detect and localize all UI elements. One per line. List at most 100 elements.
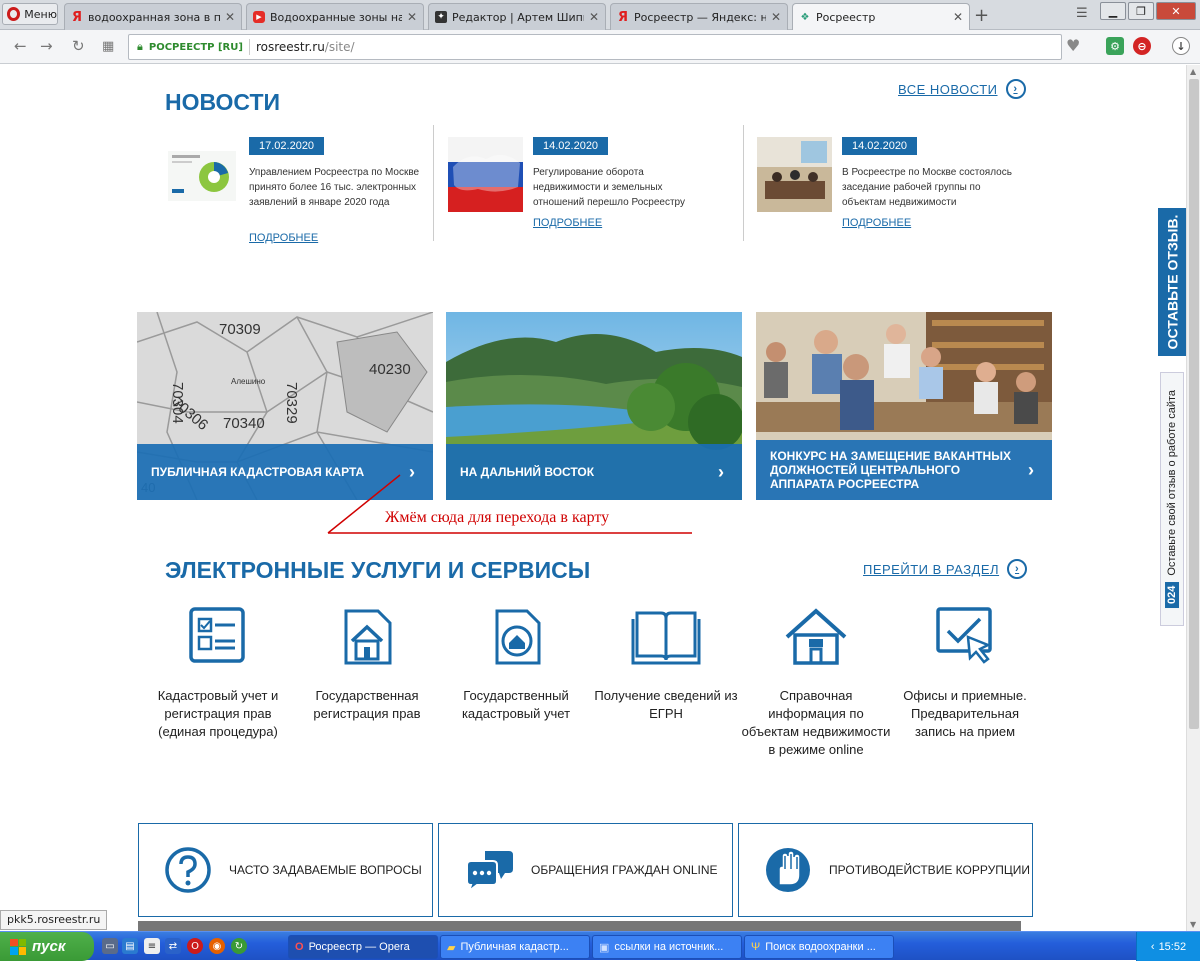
- service-egrn-info[interactable]: Получение сведений из ЕГРН: [591, 605, 741, 723]
- service-reference-info[interactable]: Справочная информация по объектам недвиж…: [741, 605, 891, 759]
- scroll-up-icon[interactable]: ▲: [1190, 67, 1196, 76]
- news-more-link[interactable]: ПОДРОБНЕЕ: [842, 217, 911, 229]
- feedback-widget[interactable]: 024 Оставьте свой отзыв о работе сайта: [1160, 372, 1184, 626]
- news-text[interactable]: Регулирование оборота недвижимости и зем…: [533, 165, 713, 210]
- all-news-link[interactable]: ВСЕ НОВОСТИ ›: [898, 79, 1026, 99]
- forward-icon[interactable]: →: [40, 37, 53, 55]
- service-label: Государственный кадастровый учет: [461, 688, 571, 721]
- house-icon: [785, 608, 847, 665]
- minimize-icon[interactable]: ▁: [1100, 2, 1126, 20]
- news-more-link[interactable]: ПОДРОБНЕЕ: [533, 217, 602, 229]
- browser-tab-3[interactable]: ✦ Редактор | Артем Шипилов ✕: [428, 3, 606, 30]
- map-label: 40230: [369, 361, 411, 378]
- book-icon: [631, 611, 701, 665]
- service-label: Офисы и приемные. Предварительная запись…: [903, 688, 1027, 739]
- news-thumbnail[interactable]: [757, 137, 832, 212]
- house-circle-document-icon: [495, 609, 541, 665]
- scroll-down-icon[interactable]: ▼: [1190, 920, 1196, 929]
- address-bar[interactable]: 🔒︎ РОСРЕЕСТР [RU] rosreestr.ru/site/: [128, 34, 1062, 60]
- chevron-right-circle-icon: ›: [1007, 559, 1028, 579]
- security-badge[interactable]: РОСРЕЕСТР [RU]: [149, 42, 243, 53]
- taskbar-window-search[interactable]: Ψ Поиск водоохранки ...: [744, 935, 894, 959]
- speed-dial-icon[interactable]: ▦: [102, 39, 114, 54]
- news-date: 17.02.2020: [249, 137, 325, 155]
- word-document-icon: ▣: [599, 941, 610, 954]
- news-thumbnail[interactable]: [166, 137, 238, 209]
- firefox-icon[interactable]: ◉: [209, 938, 225, 954]
- window-controls: ▁ ❐ ✕: [1100, 2, 1196, 20]
- taskbar-window-links[interactable]: ▣ ссылки на источник...: [592, 935, 742, 959]
- news-text[interactable]: Управлением Росреестра по Москве принято…: [249, 165, 429, 210]
- checkbox-cursor-icon: [936, 607, 992, 664]
- browser-tab-5-active[interactable]: ❖ Росреестр ✕: [792, 3, 970, 30]
- service-state-registration[interactable]: Государственная регистрация прав: [292, 605, 442, 723]
- opera-logo-icon: [7, 7, 21, 21]
- chevron-right-icon: ›: [1028, 460, 1034, 480]
- tray-expand-icon[interactable]: ‹: [1151, 941, 1155, 953]
- service-label: Кадастровый учет и регистрация прав (еди…: [157, 688, 279, 739]
- service-offices-appointment[interactable]: Офисы и приемные. Предварительная запись…: [890, 605, 1040, 741]
- tab-list-icon[interactable]: ☰: [1076, 6, 1088, 21]
- page-scrollbar[interactable]: ▲ ▼: [1186, 65, 1200, 931]
- all-news-label: ВСЕ НОВОСТИ: [898, 81, 998, 97]
- show-desktop-icon[interactable]: ▭: [102, 938, 118, 954]
- taskbar-window-label: Поиск водоохранки ...: [765, 941, 876, 953]
- tab-close-icon[interactable]: ✕: [953, 10, 963, 24]
- app-icon[interactable]: ↻: [231, 938, 247, 954]
- adblock-icon[interactable]: ⊖: [1133, 37, 1151, 55]
- service-cadastral-registration[interactable]: Кадастровый учет и регистрация прав (еди…: [143, 605, 293, 741]
- back-icon[interactable]: ←: [14, 37, 27, 55]
- taskbar-window-opera[interactable]: O Росреестр — Opera: [288, 935, 438, 959]
- new-tab-icon[interactable]: +: [974, 5, 989, 26]
- system-tray: ‹ 15:52: [1136, 932, 1200, 961]
- tab-close-icon[interactable]: ✕: [589, 10, 599, 24]
- vacancy-contest-banner[interactable]: КОНКУРС НА ЗАМЕЩЕНИЕ ВАКАНТНЫХ ДОЛЖНОСТЕ…: [756, 312, 1052, 500]
- windows-taskbar: пуск ▭ ▤ ≡ ⇄ O ◉ ↻ O Росреестр — Opera ▰…: [0, 931, 1200, 961]
- folder-icon: ▰: [447, 941, 456, 954]
- document-icon[interactable]: ≡: [144, 938, 160, 954]
- banner-caption: КОНКУРС НА ЗАМЕЩЕНИЕ ВАКАНТНЫХ ДОЛЖНОСТЕ…: [756, 440, 1052, 500]
- close-window-icon[interactable]: ✕: [1156, 2, 1196, 20]
- maximize-icon[interactable]: ❐: [1128, 2, 1154, 20]
- divider: [743, 125, 744, 241]
- browser-tab-4[interactable]: Я Росреестр — Яндекс: нашл ✕: [610, 3, 788, 30]
- taskbar-window-cadastral[interactable]: ▰ Публичная кадастр...: [440, 935, 590, 959]
- service-cadastral-accounting[interactable]: Государственный кадастровый учет: [441, 605, 591, 723]
- computer-icon[interactable]: ▤: [122, 938, 138, 954]
- form-icon: [189, 607, 245, 663]
- go-to-section-link[interactable]: ПЕРЕЙТИ В РАЗДЕЛ ›: [863, 559, 1028, 579]
- news-more-link[interactable]: ПОДРОБНЕЕ: [249, 232, 318, 244]
- clock[interactable]: 15:52: [1159, 941, 1187, 953]
- extension-icon[interactable]: ⚙: [1106, 37, 1124, 55]
- citizen-appeals-card[interactable]: ОБРАЩЕНИЯ ГРАЖДАН ONLINE: [438, 823, 733, 917]
- map-label: 70329: [283, 382, 300, 424]
- rosreestr-icon: ❖: [800, 11, 810, 23]
- feedback-tab[interactable]: ОСТАВЬТЕ ОТЗЫВ.: [1158, 208, 1186, 356]
- start-button[interactable]: пуск: [0, 932, 94, 961]
- opera-icon[interactable]: O: [187, 938, 203, 954]
- lock-icon: 🔒︎: [137, 40, 143, 53]
- yandex-icon: Я: [71, 9, 82, 25]
- reload-icon[interactable]: ↻: [72, 37, 85, 55]
- network-icon[interactable]: ⇄: [165, 938, 181, 954]
- news-text[interactable]: В Росреестре по Москве состоялось заседа…: [842, 165, 1022, 210]
- url-text[interactable]: rosreestr.ru/site/: [256, 40, 355, 54]
- news-thumbnail[interactable]: [448, 137, 523, 212]
- url-path: /site/: [324, 40, 355, 54]
- tab-close-icon[interactable]: ✕: [771, 10, 781, 24]
- menu-label: Меню: [24, 7, 57, 21]
- feedback-widget-label: Оставьте свой отзыв о работе сайта: [1166, 389, 1178, 576]
- browser-nav-bar: ← → ↻ ▦ 🔒︎ РОСРЕЕСТР [RU] rosreestr.ru/s…: [0, 30, 1200, 64]
- anti-corruption-card[interactable]: ПРОТИВОДЕЙСТВИЕ КОРРУПЦИИ: [738, 823, 1033, 917]
- faq-card[interactable]: ЧАСТО ЗАДАВАЕМЫЕ ВОПРОСЫ: [138, 823, 433, 917]
- tab-close-icon[interactable]: ✕: [407, 10, 417, 24]
- opera-menu-button[interactable]: Меню: [2, 3, 58, 25]
- browser-tab-1[interactable]: Я водоохранная зона в публ ✕: [64, 3, 242, 30]
- tab-close-icon[interactable]: ✕: [225, 10, 235, 24]
- download-icon[interactable]: ↓: [1172, 37, 1190, 55]
- card-label: ЧАСТО ЗАДАВАЕМЫЕ ВОПРОСЫ: [229, 863, 422, 877]
- browser-tab-2[interactable]: ▶ Водоохранные зоны на кар ✕: [246, 3, 424, 30]
- scrollbar-thumb[interactable]: [1189, 79, 1199, 729]
- bookmark-heart-icon[interactable]: ♥: [1066, 36, 1080, 55]
- news-item-3: 14.02.2020 В Росреестре по Москве состоя…: [757, 137, 1037, 257]
